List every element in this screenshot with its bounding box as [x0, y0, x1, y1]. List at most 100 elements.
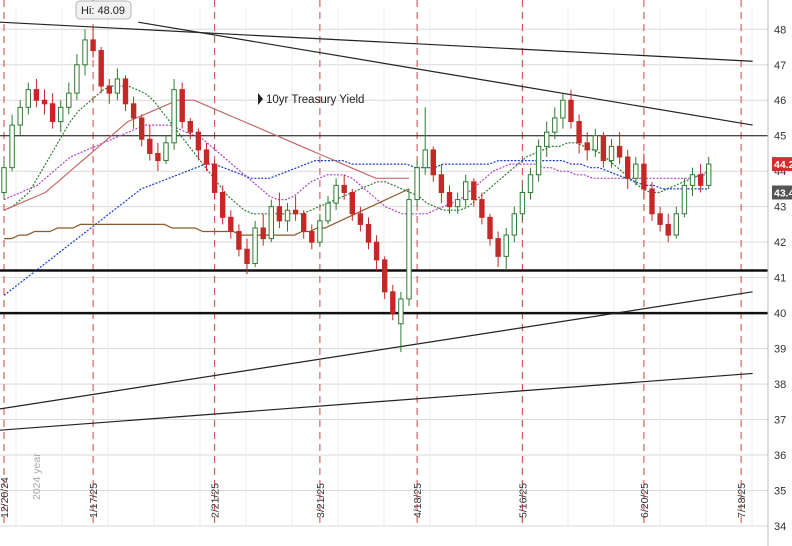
candle-body	[349, 191, 356, 215]
candle-body	[114, 78, 121, 94]
candle-body	[697, 174, 704, 186]
trendlines	[0, 21, 753, 431]
y-tick-label: 36	[774, 450, 786, 462]
period-separators	[3, 0, 742, 526]
x-axis: 12/20/24 1/17/25 2/21/25 3/21/25 4/18/25 5/16…	[0, 453, 748, 518]
candle-body	[616, 145, 623, 158]
y-tick-label: 38	[774, 379, 786, 391]
price-tags: 44.2 43.4	[772, 157, 792, 200]
candle-body	[503, 234, 509, 257]
candle-body	[430, 149, 437, 176]
candle-body	[252, 227, 258, 264]
y-tick-label: 41	[774, 273, 786, 285]
candle-body	[171, 89, 177, 144]
candle-body	[382, 259, 388, 293]
candle-body	[519, 191, 526, 215]
y-tick-label: 37	[774, 415, 786, 427]
candle-body	[122, 78, 129, 105]
candle-body	[657, 213, 663, 225]
candle-body	[649, 188, 655, 215]
candle-body	[689, 174, 696, 186]
candle-body	[106, 85, 112, 94]
candle-body	[58, 106, 64, 123]
candle-body	[284, 209, 291, 222]
candle-body	[268, 206, 275, 240]
candle-body	[163, 142, 169, 162]
y-tick-label: 42	[774, 237, 786, 249]
candle-body	[203, 149, 210, 165]
candle-body	[454, 199, 461, 208]
y-axis: 343536373839404142434445464748	[767, 0, 786, 546]
candle-body	[633, 163, 639, 179]
candle-body	[33, 89, 40, 101]
candle-body	[244, 248, 250, 264]
candle-body	[301, 213, 307, 233]
candle-body	[139, 117, 145, 140]
chart-container: 34 35 36 37 38 39 40 41 42 43 44 45 46 47 48 12/20/24 1…	[0, 0, 792, 546]
candle-body	[495, 238, 501, 257]
candle-body	[600, 135, 607, 162]
candle-body	[220, 191, 226, 218]
candle-body	[260, 227, 266, 240]
candle-body	[309, 231, 315, 243]
candle-body	[82, 39, 88, 66]
candle-body	[584, 142, 590, 151]
candle-body	[706, 163, 712, 186]
y-tick-label: 48	[774, 24, 786, 36]
candle-body	[544, 131, 550, 147]
candle-body	[422, 149, 428, 169]
candle-body	[608, 145, 615, 162]
candle-body	[673, 213, 679, 236]
candle-body	[568, 99, 574, 123]
candle-body	[681, 184, 688, 215]
candle-body	[179, 89, 185, 123]
candle-body	[641, 163, 647, 190]
candle-body	[195, 131, 202, 151]
date-label: 4/18/25	[412, 483, 424, 518]
candle-body	[147, 138, 153, 154]
year-label: 2024 year	[31, 453, 43, 500]
date-label: 2/21/25	[210, 483, 222, 518]
candle-body	[390, 291, 396, 314]
candle-body	[560, 99, 566, 119]
candle-body	[98, 50, 104, 87]
trendline	[0, 372, 753, 431]
moving-averages	[3, 85, 709, 296]
candle-body	[41, 99, 48, 105]
title-pointer-icon	[258, 93, 263, 105]
candle-body	[365, 223, 372, 243]
high-label: Hi: 48.09	[81, 5, 125, 17]
candle-body	[487, 216, 493, 240]
candle-body	[90, 39, 96, 52]
candle-body	[1, 167, 7, 193]
date-label: 12/20/24	[0, 477, 11, 518]
candle-body	[552, 117, 558, 133]
candle-body	[211, 163, 218, 193]
candle-body	[527, 174, 534, 193]
candle-body	[74, 64, 80, 94]
date-label: 5/16/25	[517, 483, 529, 518]
candle-body	[592, 135, 598, 151]
candle-body	[66, 92, 72, 108]
y-tick-label: 47	[774, 60, 786, 72]
candle-body	[665, 223, 671, 236]
candle-body	[236, 231, 242, 250]
candle-body	[414, 167, 420, 201]
date-label: 3/21/25	[315, 483, 327, 518]
date-label: 6/20/25	[639, 483, 651, 518]
y-tick-label: 40	[774, 308, 786, 320]
candle-body	[471, 181, 477, 201]
y-tick-label: 34	[774, 521, 786, 533]
candle-body	[228, 216, 234, 233]
candle-body	[576, 121, 582, 144]
price-tag-label: 44.2	[774, 159, 792, 171]
y-tick-label: 43	[774, 202, 786, 214]
candle-body	[535, 145, 542, 176]
candle-body	[187, 121, 194, 133]
trendline	[0, 291, 753, 410]
date-label: 7/18/25	[736, 483, 748, 518]
candle-body	[479, 199, 485, 218]
candle-body	[276, 206, 283, 222]
candle-body	[333, 184, 339, 204]
candle-body	[341, 184, 347, 193]
